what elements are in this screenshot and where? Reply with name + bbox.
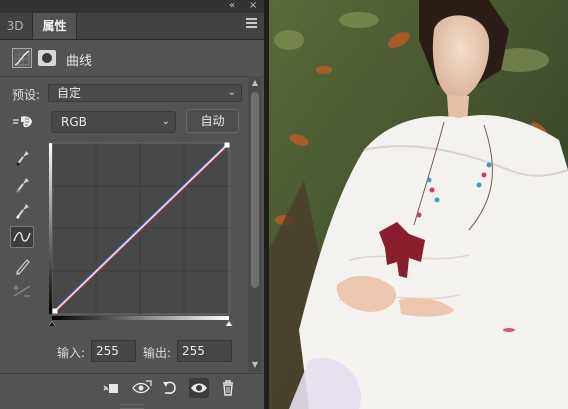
panel-resize-grip[interactable] bbox=[120, 404, 144, 409]
output-value-field[interactable]: 255 bbox=[177, 340, 232, 362]
tab-properties[interactable]: 属性 bbox=[32, 13, 77, 39]
preset-dropdown[interactable]: 自定 ⌄ bbox=[48, 84, 242, 102]
preset-value: 自定 bbox=[57, 86, 82, 100]
panel-title-strip bbox=[0, 0, 264, 13]
adjustment-title: 曲线 bbox=[66, 54, 93, 69]
auto-button[interactable]: 自动 bbox=[186, 109, 239, 133]
on-image-adjust-icon[interactable] bbox=[12, 114, 34, 130]
clip-to-layer-icon[interactable] bbox=[101, 378, 121, 398]
output-gradient-bar bbox=[49, 143, 52, 314]
reset-icon[interactable] bbox=[160, 378, 180, 398]
visibility-eye-icon[interactable] bbox=[189, 378, 209, 398]
canvas-photo[interactable] bbox=[269, 0, 568, 409]
tab-3d[interactable]: 3D bbox=[0, 13, 30, 39]
scrollbar-thumb[interactable] bbox=[251, 92, 259, 288]
scroll-down-icon[interactable]: ▼ bbox=[248, 360, 262, 370]
curve-point-black[interactable] bbox=[52, 308, 58, 314]
curves-adjustment-icon[interactable] bbox=[12, 48, 32, 68]
collapse-panel-icon[interactable]: « bbox=[229, 0, 235, 11]
chevron-down-icon: ⌄ bbox=[227, 87, 236, 98]
curves-graph[interactable] bbox=[49, 140, 235, 326]
channel-value: RGB bbox=[61, 115, 87, 129]
gray-point-eyedropper-icon[interactable] bbox=[10, 173, 34, 195]
trash-icon[interactable] bbox=[218, 378, 238, 398]
curve-point-tool-icon[interactable] bbox=[10, 226, 34, 248]
properties-panel: « × 3D 属性 曲线 预设: 自定 ⌄ RGB ⌄ 自动 输入: 255 输… bbox=[0, 0, 264, 409]
channel-dropdown[interactable]: RGB ⌄ bbox=[51, 111, 176, 133]
scroll-up-icon[interactable]: ▲ bbox=[248, 78, 262, 88]
curve-point-white[interactable] bbox=[224, 142, 230, 148]
black-point-eyedropper-icon[interactable] bbox=[10, 146, 34, 168]
panel-menu-icon[interactable] bbox=[246, 18, 257, 30]
preset-label: 预设: bbox=[12, 88, 41, 102]
chevron-down-icon: ⌄ bbox=[161, 116, 170, 127]
panel-tab-bar: 3D 属性 bbox=[0, 13, 264, 40]
view-previous-state-icon[interactable] bbox=[131, 378, 152, 398]
black-slider-handle[interactable] bbox=[49, 320, 56, 326]
pencil-draw-icon[interactable] bbox=[10, 254, 34, 276]
input-label: 输入: bbox=[57, 346, 86, 360]
input-gradient-bar bbox=[52, 316, 229, 320]
white-slider-handle[interactable] bbox=[225, 320, 233, 326]
smooth-curve-icon[interactable] bbox=[10, 280, 34, 302]
output-label: 输出: bbox=[143, 346, 172, 360]
close-panel-icon[interactable]: × bbox=[249, 0, 257, 11]
input-value-field[interactable]: 255 bbox=[91, 340, 136, 362]
white-point-eyedropper-icon[interactable] bbox=[10, 199, 34, 221]
layer-mask-icon[interactable] bbox=[38, 50, 56, 66]
